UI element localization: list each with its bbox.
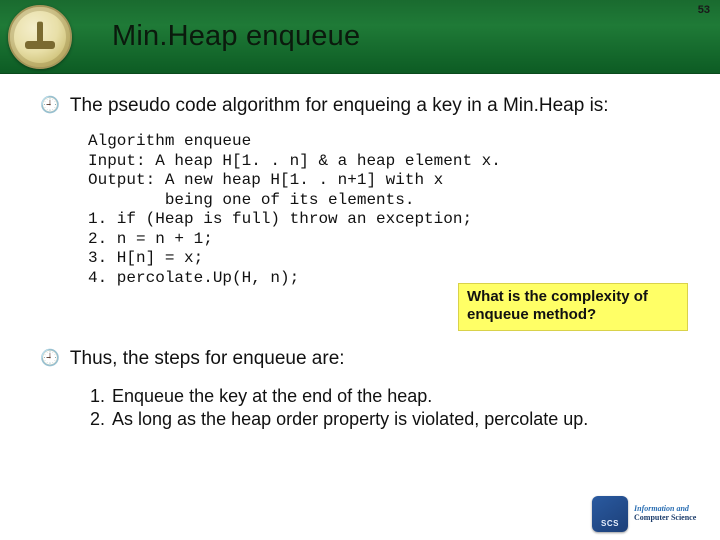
thus-text: Thus, the steps for enqueue are: (70, 347, 345, 370)
slide-header: Min.Heap enqueue (0, 0, 720, 74)
complexity-callout: What is the complexity of enqueue method… (458, 283, 688, 331)
algorithm-code: Algorithm enqueue Input: A heap H[1. . n… (88, 132, 686, 327)
intro-text: The pseudo code algorithm for enqueing a… (70, 94, 609, 117)
clock-bullet-icon: 🕘 (40, 347, 60, 371)
slide-title: Min.Heap enqueue (112, 20, 360, 53)
algo-line: 1. if (Heap is full) throw an exception; (88, 210, 472, 228)
step-item: As long as the heap order property is vi… (110, 408, 686, 431)
algo-line: 2. n = n + 1; (88, 230, 213, 248)
page-number: 53 (698, 4, 710, 16)
algo-line: Output: A new heap H[1. . n+1] with x (88, 171, 443, 189)
algo-line: 4. percolate.Up(H, n); (88, 269, 299, 287)
university-seal-icon (8, 5, 72, 69)
thus-bullet: 🕘 Thus, the steps for enqueue are: (40, 347, 686, 371)
intro-bullet: 🕘 The pseudo code algorithm for enqueing… (40, 94, 686, 118)
scs-badge-icon (592, 496, 628, 532)
dept-line2: Computer Science (634, 513, 696, 522)
algo-line: 3. H[n] = x; (88, 249, 203, 267)
algo-line: Input: A heap H[1. . n] & a heap element… (88, 152, 501, 170)
steps-list: Enqueue the key at the end of the heap. … (110, 385, 686, 431)
slide-body: 🕘 The pseudo code algorithm for enqueing… (0, 74, 720, 441)
department-logo: Information and Computer Science (592, 494, 712, 534)
dept-line1: Information and (634, 504, 689, 513)
clock-bullet-icon: 🕘 (40, 94, 60, 118)
step-item: Enqueue the key at the end of the heap. (110, 385, 686, 408)
department-text: Information and Computer Science (634, 505, 696, 523)
algo-line: Algorithm enqueue (88, 132, 251, 150)
algo-line: being one of its elements. (88, 191, 414, 209)
